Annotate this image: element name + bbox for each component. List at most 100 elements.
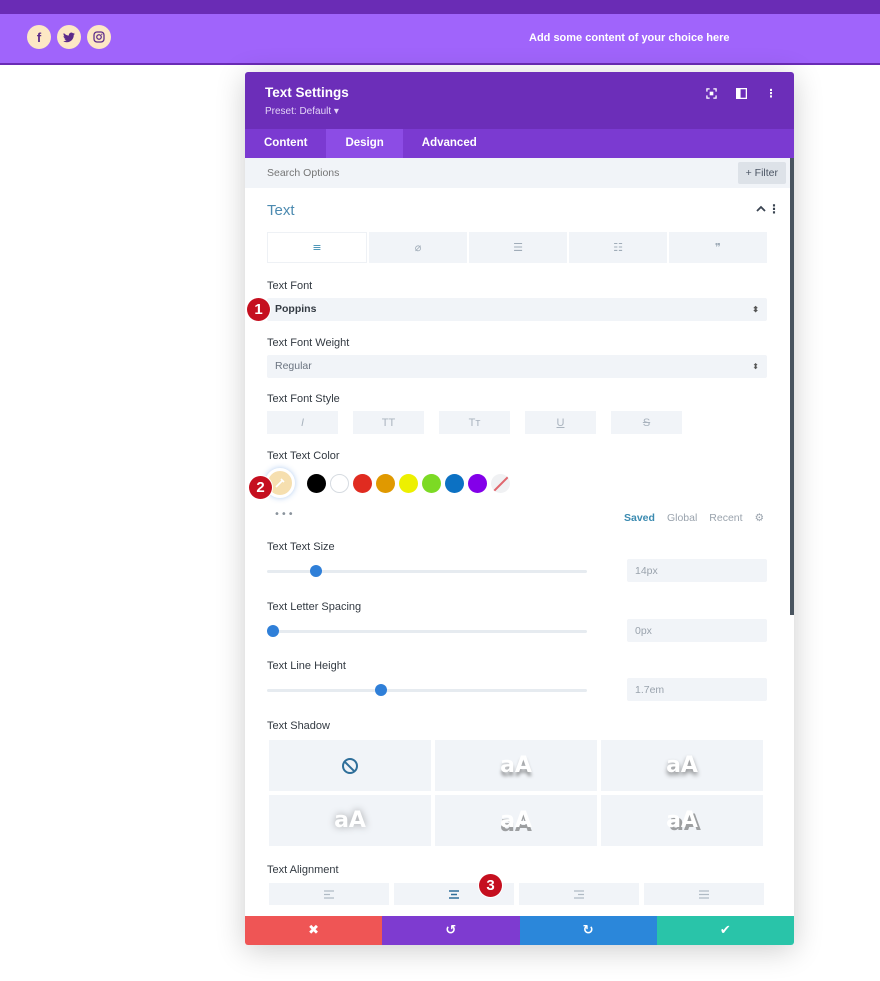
select-arrows-icon: ⬍ <box>752 362 759 371</box>
shadow-option-4[interactable]: aA <box>435 795 597 846</box>
modal-title: Text Settings <box>265 85 349 100</box>
twitter-icon[interactable] <box>57 25 81 49</box>
slider-track <box>267 630 587 633</box>
align-right-button[interactable] <box>519 883 639 905</box>
capitalize-button[interactable]: Tт <box>439 411 510 434</box>
text-shadow-options: aA aA aA aA aA <box>269 740 763 846</box>
line-height-label: Text Line Height <box>267 660 346 672</box>
text-size-label: Text Text Size <box>267 541 335 553</box>
swatch-yellow[interactable] <box>399 473 418 493</box>
strikethrough-button[interactable]: S <box>611 411 682 434</box>
align-center-icon <box>449 889 459 899</box>
close-icon: ✖ <box>308 923 320 938</box>
swatch-none[interactable] <box>491 473 510 493</box>
text-size-slider[interactable] <box>267 565 587 577</box>
align-right-icon <box>574 889 584 899</box>
text-font-style-label: Text Font Style <box>267 393 340 405</box>
slider-thumb[interactable] <box>374 684 387 696</box>
more-colors-icon[interactable]: ••• <box>274 509 295 520</box>
save-button[interactable]: ✔ <box>656 916 794 945</box>
text-alignment-label: Text Alignment <box>267 864 339 876</box>
subtab-ordered-list[interactable]: ☷ <box>569 232 667 263</box>
section-header-text[interactable]: Text ⋮ <box>245 188 794 230</box>
ordered-list-icon: ☷ <box>613 241 623 254</box>
slider-thumb[interactable] <box>267 625 279 637</box>
modal-footer: ✖ ↺ ↻ ✔ <box>245 916 794 945</box>
underline-icon: U <box>556 416 565 429</box>
uppercase-button[interactable]: TT <box>353 411 424 434</box>
swatch-purple[interactable] <box>468 473 487 493</box>
text-font-weight-label: Text Font Weight <box>267 337 350 349</box>
facebook-icon[interactable]: f <box>27 25 51 49</box>
eyedropper-icon <box>275 478 285 488</box>
line-height-slider[interactable] <box>267 684 587 696</box>
swatch-green[interactable] <box>422 473 441 493</box>
filter-button[interactable]: + Filter <box>737 162 786 184</box>
text-font-value: Poppins <box>275 303 317 315</box>
subtab-link[interactable]: ⌀ <box>369 232 467 263</box>
redo-button[interactable]: ↻ <box>519 916 657 945</box>
text-subtabs: ≡ ⌀ ☰ ☷ ❞ <box>267 232 767 263</box>
swatch-black[interactable] <box>307 473 326 493</box>
site-header: f Add some content of your choice here <box>0 14 880 65</box>
preset-dropdown[interactable]: Preset: Default ▾ <box>265 106 339 117</box>
swatch-red[interactable] <box>353 473 372 493</box>
font-style-buttons: I TT Tт U S <box>267 411 682 434</box>
text-color-label: Text Text Color <box>267 450 340 462</box>
tab-advanced[interactable]: Advanced <box>403 129 496 158</box>
no-shadow-icon <box>342 757 358 774</box>
focus-mode-icon[interactable] <box>704 86 718 100</box>
annotation-badge-3: 3 <box>479 874 502 897</box>
palette-tab-global[interactable]: Global <box>667 512 697 524</box>
text-size-input[interactable] <box>627 559 767 582</box>
shadow-option-2[interactable]: aA <box>601 740 763 791</box>
palette-tab-saved[interactable]: Saved <box>624 512 655 524</box>
subtab-paragraph[interactable]: ≡ <box>267 232 367 263</box>
slider-thumb[interactable] <box>310 565 323 577</box>
section-menu-icon[interactable]: ⋮ <box>768 202 780 216</box>
scrollbar[interactable] <box>790 158 794 615</box>
shadow-option-3[interactable]: aA <box>269 795 431 846</box>
color-swatches <box>265 468 514 498</box>
more-options-icon[interactable]: ⋮ <box>764 86 778 100</box>
link-icon: ⌀ <box>414 241 422 254</box>
undo-button[interactable]: ↺ <box>382 916 520 945</box>
letter-spacing-label: Text Letter Spacing <box>267 601 362 613</box>
swatch-blue[interactable] <box>445 473 464 493</box>
text-font-weight-value: Regular <box>275 360 312 372</box>
instagram-icon[interactable] <box>87 25 111 49</box>
italic-button[interactable]: I <box>267 411 338 434</box>
letter-spacing-slider[interactable] <box>267 625 587 637</box>
shadow-option-1[interactable]: aA <box>435 740 597 791</box>
swatch-white[interactable] <box>330 473 349 493</box>
modal-tabs: Content Design Advanced <box>245 129 794 158</box>
redo-icon: ↻ <box>582 923 594 938</box>
text-font-select[interactable]: Poppins ⬍ <box>267 298 767 321</box>
text-alignment-buttons <box>269 883 764 905</box>
align-left-icon <box>324 889 334 899</box>
search-options-input[interactable] <box>267 158 667 188</box>
sidebar-toggle-icon[interactable] <box>734 86 748 100</box>
palette-tab-recent[interactable]: Recent <box>709 512 742 524</box>
cancel-button[interactable]: ✖ <box>245 916 383 945</box>
subtab-quote[interactable]: ❞ <box>669 232 767 263</box>
shadow-option-5[interactable]: aA <box>601 795 763 846</box>
tab-design[interactable]: Design <box>326 129 403 158</box>
align-justify-button[interactable] <box>644 883 764 905</box>
subtab-unordered-list[interactable]: ☰ <box>469 232 567 263</box>
italic-icon: I <box>300 416 305 429</box>
text-font-weight-select[interactable]: Regular ⬍ <box>267 355 767 378</box>
chevron-up-icon[interactable] <box>756 204 766 215</box>
shadow-option-none[interactable] <box>269 740 431 791</box>
search-bar: + Filter <box>245 158 794 188</box>
header-content-text: Add some content of your choice here <box>529 32 730 44</box>
palette-settings-gear-icon[interactable]: ⚙ <box>755 512 764 524</box>
undo-icon: ↺ <box>445 923 457 938</box>
tab-content[interactable]: Content <box>245 129 326 158</box>
letter-spacing-input[interactable] <box>627 619 767 642</box>
align-left-button[interactable] <box>269 883 389 905</box>
uppercase-icon: TT <box>381 416 396 429</box>
swatch-orange[interactable] <box>376 473 395 493</box>
underline-button[interactable]: U <box>525 411 596 434</box>
line-height-input[interactable] <box>627 678 767 701</box>
